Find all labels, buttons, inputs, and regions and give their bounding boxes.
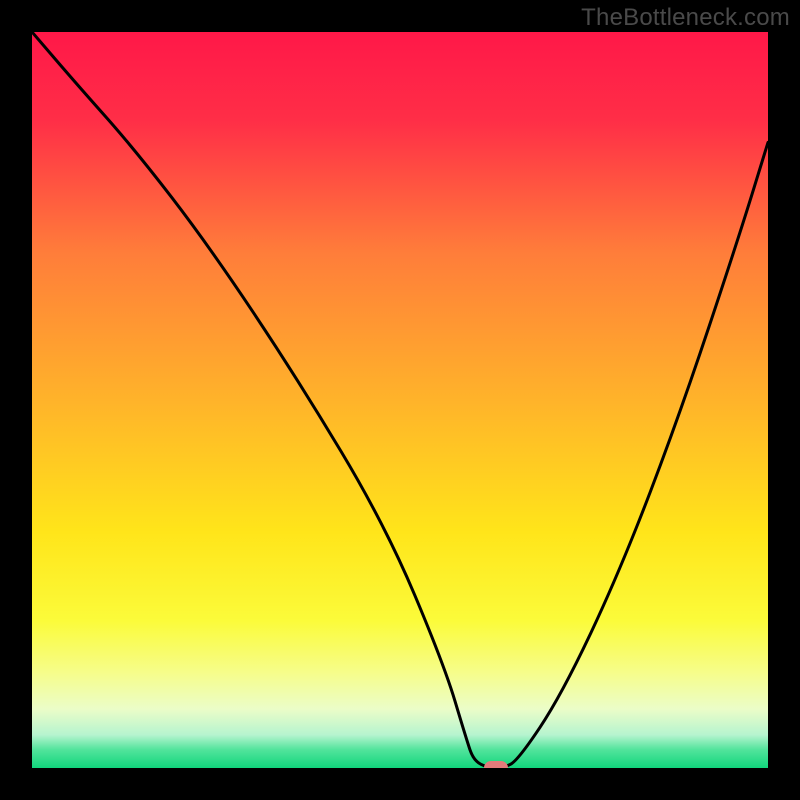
curve-svg <box>32 32 768 768</box>
optimal-marker <box>484 761 508 768</box>
watermark-text: TheBottleneck.com <box>581 4 790 32</box>
plot-area <box>32 32 768 768</box>
bottleneck-curve <box>32 32 768 768</box>
chart-container: TheBottleneck.com <box>0 0 800 800</box>
